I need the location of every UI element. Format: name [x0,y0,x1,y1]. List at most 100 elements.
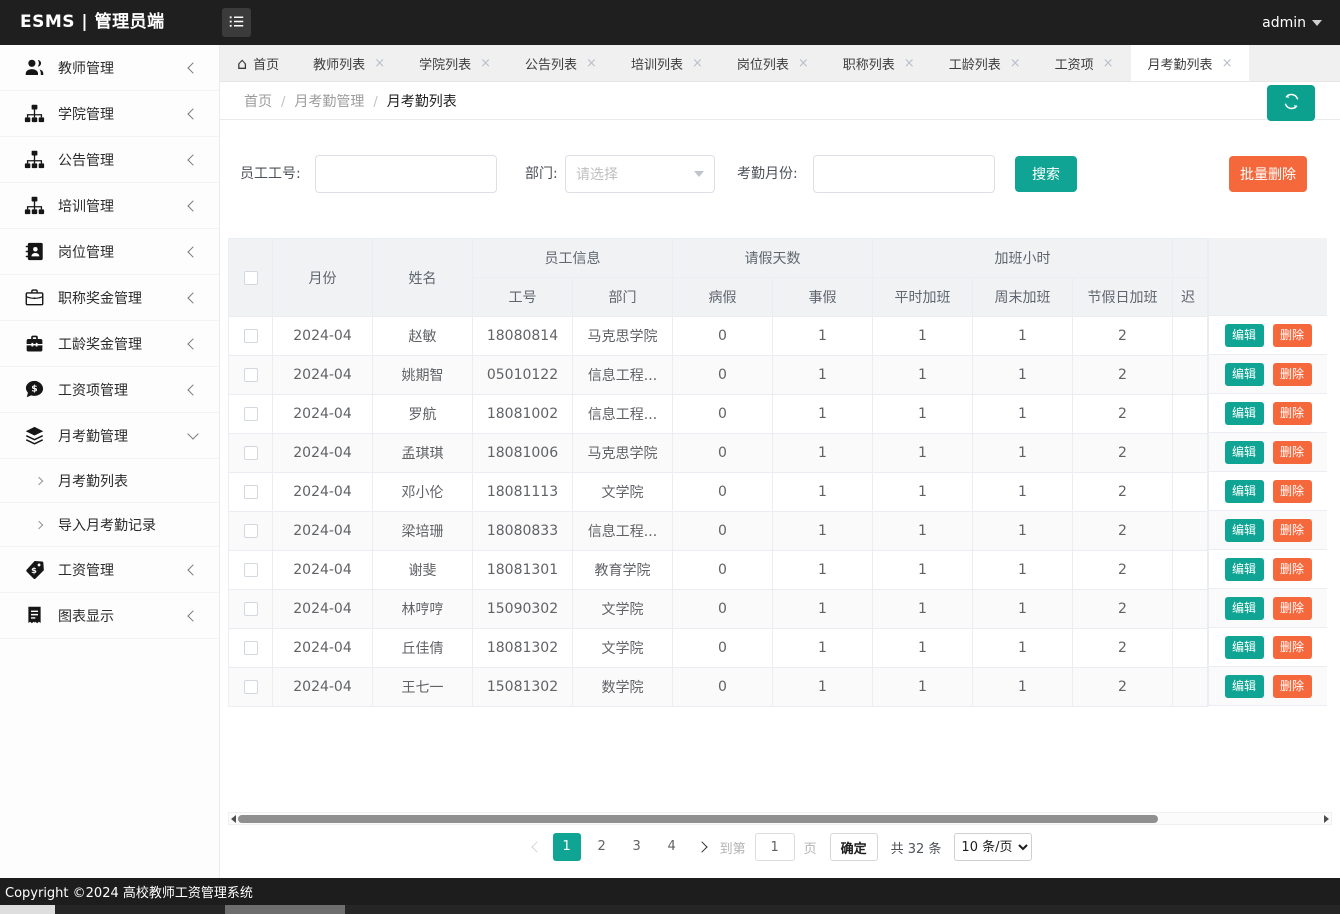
user-menu[interactable]: admin [1262,0,1322,45]
refresh-button[interactable] [1267,85,1315,121]
tab-close-icon[interactable]: × [1103,57,1114,70]
tab-item[interactable]: 学院列表× [402,45,508,81]
action-row: 编辑删除 [1209,511,1327,550]
page-size-select[interactable]: 10 条/页 [954,833,1032,861]
delete-button[interactable]: 删除 [1273,597,1312,620]
sidebar-item[interactable]: 图表显示 [0,593,219,639]
delete-button[interactable]: 删除 [1273,558,1312,581]
edit-button[interactable]: 编辑 [1225,519,1264,542]
sidebar-toggle-button[interactable] [222,8,251,37]
row-checkbox[interactable] [244,641,258,655]
delete-button[interactable]: 删除 [1273,402,1312,425]
scroll-left-arrow-icon[interactable] [231,815,236,823]
edit-button[interactable]: 编辑 [1225,597,1264,620]
breadcrumb-item[interactable]: 月考勤管理 [294,94,364,110]
sidebar-item[interactable]: 培训管理 [0,183,219,229]
sidebar-item[interactable]: 职称奖金管理 [0,275,219,321]
search-button[interactable]: 搜索 [1015,156,1077,192]
tab-item[interactable]: ⌂首页 [220,45,296,81]
sidebar-item[interactable]: 月考勤管理 [0,413,219,459]
table-cell: 1 [973,317,1073,356]
edit-button[interactable]: 编辑 [1225,441,1264,464]
sidebar-item[interactable]: 学院管理 [0,91,219,137]
row-checkbox[interactable] [244,524,258,538]
tab-close-icon[interactable]: × [586,57,597,70]
breadcrumb-item[interactable]: 首页 [244,94,272,110]
tab-close-icon[interactable]: × [904,57,915,70]
chevron-left-icon [187,384,198,395]
table-cell: 2 [1073,473,1173,512]
table-cell: 2024-04 [273,629,373,668]
tab-item[interactable]: 职称列表× [826,45,932,81]
edit-button[interactable]: 编辑 [1225,363,1264,386]
sidebar-item-label: 职称奖金管理 [58,288,189,308]
edit-button[interactable]: 编辑 [1225,402,1264,425]
horizontal-scrollbar-thumb[interactable] [238,815,1158,823]
tab-close-icon[interactable]: × [798,57,809,70]
sidebar-item[interactable]: $工资管理 [0,547,219,593]
edit-button[interactable]: 编辑 [1225,636,1264,659]
sidebar-item[interactable]: 岗位管理 [0,229,219,275]
action-row: 编辑删除 [1209,628,1327,667]
tab-close-icon[interactable]: × [480,57,491,70]
sidebar-subitem[interactable]: 导入月考勤记录 [0,503,219,547]
table-cell: 孟琪琪 [373,434,473,473]
tab-item[interactable]: 公告列表× [508,45,614,81]
page-number-button[interactable]: 2 [588,833,616,861]
batch-delete-button[interactable]: 批量删除 [1229,156,1307,192]
sidebar-item[interactable]: 工龄奖金管理 [0,321,219,367]
row-checkbox[interactable] [244,407,258,421]
goto-page-input[interactable] [755,833,795,861]
tab-item[interactable]: 工资项× [1038,45,1131,81]
edit-button[interactable]: 编辑 [1225,558,1264,581]
delete-button[interactable]: 删除 [1273,441,1312,464]
attendance-month-input[interactable] [813,155,995,193]
row-checkbox[interactable] [244,563,258,577]
tab-item[interactable]: 岗位列表× [720,45,826,81]
row-checkbox[interactable] [244,368,258,382]
breadcrumb-separator: / [373,95,377,110]
table-cell-partial [1173,668,1208,707]
department-select[interactable]: 请选择 [565,155,715,193]
delete-button[interactable]: 删除 [1273,480,1312,503]
scroll-right-arrow-icon[interactable] [1324,815,1329,823]
tab-active[interactable]: 月考勤列表× [1131,45,1250,81]
page-number-button[interactable]: 3 [623,833,651,861]
page-number-button[interactable]: 4 [658,833,686,861]
page-number-button[interactable]: 1 [553,833,581,861]
tab-close-icon[interactable]: × [692,57,703,70]
row-checkbox[interactable] [244,680,258,694]
edit-button[interactable]: 编辑 [1225,324,1264,347]
delete-button[interactable]: 删除 [1273,324,1312,347]
goto-confirm-button[interactable]: 确定 [830,833,878,861]
delete-button[interactable]: 删除 [1273,363,1312,386]
row-checkbox[interactable] [244,329,258,343]
sidebar-item[interactable]: 教师管理 [0,45,219,91]
delete-button[interactable]: 删除 [1273,636,1312,659]
edit-button[interactable]: 编辑 [1225,675,1264,698]
page-scrollbar-thumb[interactable] [225,905,345,914]
prev-page-button[interactable] [528,833,546,861]
edit-button[interactable]: 编辑 [1225,480,1264,503]
sidebar-subitem[interactable]: 月考勤列表 [0,459,219,503]
next-page-button[interactable] [693,833,711,861]
sidebar-item[interactable]: $工资项管理 [0,367,219,413]
tab-item[interactable]: 教师列表× [296,45,402,81]
row-checkbox[interactable] [244,485,258,499]
employee-id-input[interactable] [315,155,497,193]
row-checkbox[interactable] [244,446,258,460]
tab-close-icon[interactable]: × [374,57,385,70]
tab-item[interactable]: 工龄列表× [932,45,1038,81]
page-scrollbar[interactable] [0,905,1340,914]
action-row: 编辑删除 [1209,394,1327,433]
select-all-checkbox[interactable] [244,271,258,285]
sidebar-item[interactable]: 公告管理 [0,137,219,183]
table-cell: 1 [773,668,873,707]
tab-item[interactable]: 培训列表× [614,45,720,81]
tab-close-icon[interactable]: × [1010,57,1021,70]
delete-button[interactable]: 删除 [1273,519,1312,542]
row-checkbox[interactable] [244,602,258,616]
horizontal-scrollbar[interactable] [228,812,1332,825]
tab-close-icon[interactable]: × [1222,57,1233,70]
delete-button[interactable]: 删除 [1273,675,1312,698]
